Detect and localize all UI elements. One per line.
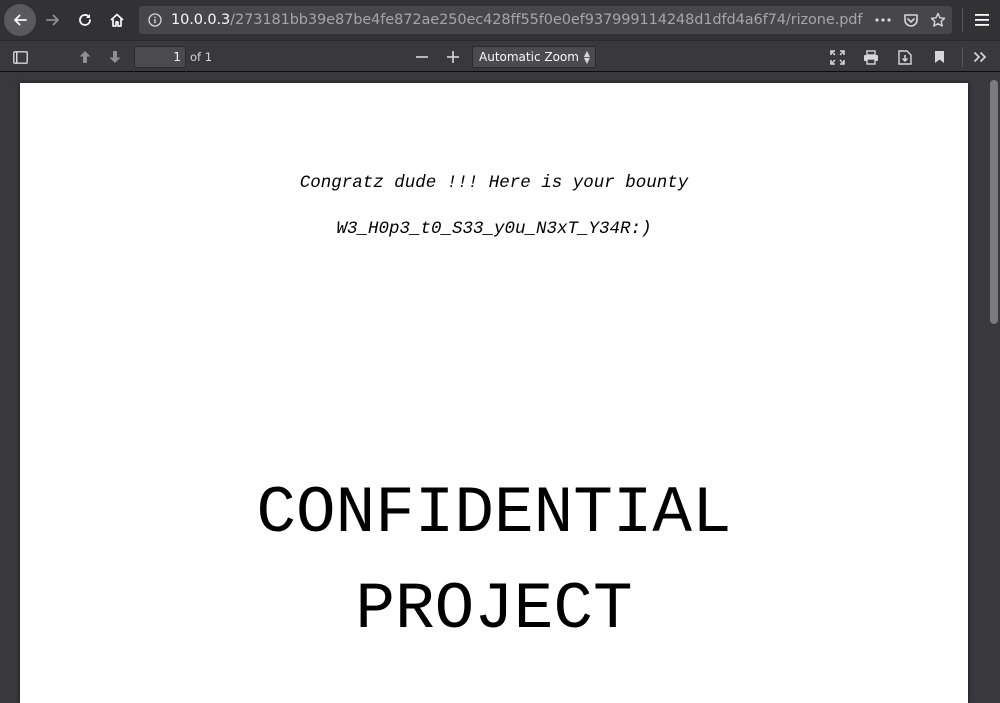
select-arrows-icon: ▲ ▼ — [583, 49, 590, 65]
home-icon — [110, 13, 124, 27]
zoom-out-icon — [416, 56, 428, 58]
reload-icon — [79, 14, 91, 26]
bookmark-star-button[interactable] — [928, 10, 948, 30]
zoom-select-value: Automatic Zoom — [479, 50, 579, 64]
presentation-mode-button[interactable] — [825, 45, 849, 69]
next-page-icon — [109, 51, 121, 63]
pocket-icon — [904, 13, 918, 27]
pocket-button[interactable] — [901, 10, 921, 30]
pdf-viewer[interactable]: Congratz dude !!! Here is your bounty W3… — [0, 72, 1000, 703]
zoom-out-button[interactable] — [410, 45, 434, 69]
more-dots-icon — [875, 18, 891, 22]
document-heading-project: PROJECT — [355, 572, 633, 647]
url-path: /273181bb39e87be4fe872ae250ec428ff55f0e0… — [230, 12, 863, 28]
bookmark-button[interactable] — [927, 45, 951, 69]
forward-button[interactable] — [37, 4, 69, 36]
home-button[interactable] — [101, 4, 133, 36]
sidebar-toggle-button[interactable] — [8, 45, 32, 69]
page-number-input[interactable] — [134, 46, 186, 68]
zoom-select[interactable]: Automatic Zoom ▲ ▼ — [472, 46, 596, 68]
url-bar[interactable]: 10.0.0.3/273181bb39e87be4fe872ae250ec428… — [139, 6, 952, 34]
page-count-label: of 1 — [190, 50, 213, 64]
pdf-page: Congratz dude !!! Here is your bounty W3… — [20, 83, 968, 703]
previous-page-button[interactable] — [73, 45, 97, 69]
reload-button[interactable] — [69, 4, 101, 36]
url-host: 10.0.0.3 — [171, 12, 231, 28]
main-menu-button[interactable] — [966, 4, 998, 36]
tools-chevron-icon — [973, 51, 987, 63]
next-page-button[interactable] — [103, 45, 127, 69]
browser-navbar: 10.0.0.3/273181bb39e87be4fe872ae250ec428… — [0, 0, 1000, 40]
pdf-toolbar: of 1 Automatic Zoom ▲▼ — [0, 40, 1000, 72]
tools-button[interactable] — [968, 45, 992, 69]
previous-page-icon — [79, 51, 91, 63]
presentation-mode-icon — [829, 49, 845, 65]
download-button[interactable] — [893, 45, 917, 69]
forward-arrow-icon — [46, 14, 59, 26]
back-button[interactable] — [4, 4, 36, 36]
url-text[interactable]: 10.0.0.3/273181bb39e87be4fe872ae250ec428… — [171, 6, 863, 34]
back-arrow-icon — [14, 14, 27, 26]
zoom-in-icon — [447, 51, 459, 63]
zoom-in-button[interactable] — [441, 45, 465, 69]
toolbar-separator — [962, 47, 963, 67]
bounty-flag: W3_H0p3_t0_S33_y0u_N3xT_Y34R:) — [336, 219, 652, 239]
document-heading-confidential: CONFIDENTIAL — [256, 476, 732, 551]
download-icon — [898, 49, 912, 65]
bookmark-star-icon — [930, 12, 946, 27]
page-actions-button[interactable] — [873, 10, 893, 30]
sidebar-toggle-icon — [12, 50, 28, 64]
info-icon — [148, 13, 162, 27]
print-icon — [864, 49, 878, 65]
bookmark-icon — [934, 51, 944, 63]
scrollbar-thumb[interactable] — [990, 80, 998, 324]
print-button[interactable] — [859, 45, 883, 69]
bounty-message: Congratz dude !!! Here is your bounty — [299, 173, 689, 193]
toolbar-separator — [962, 8, 963, 32]
hamburger-menu-icon — [975, 14, 989, 26]
